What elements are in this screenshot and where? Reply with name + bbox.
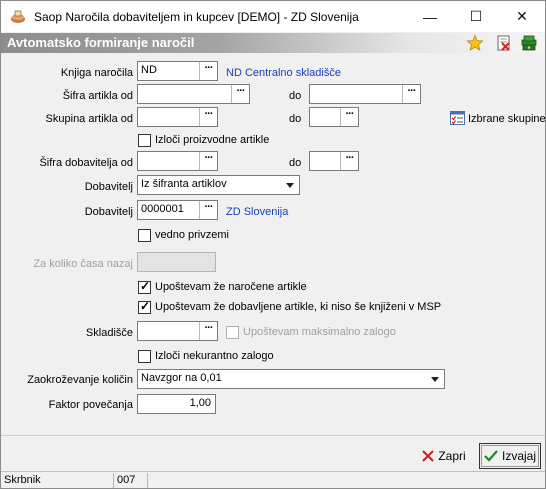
books-icon[interactable] <box>520 34 538 52</box>
faktor-value: 1,00 <box>189 397 211 409</box>
zaokrozevanje-label: Zaokroževanje količin <box>27 374 133 386</box>
section-title: Avtomatsko formiranje naročil <box>7 35 195 50</box>
faktor-label: Faktor povečanja <box>48 399 133 411</box>
sifra-dobavitelja-do-label: do <box>289 157 302 169</box>
zapri-label: Zapri <box>438 449 466 463</box>
izloci-nekurantno-checkbox[interactable] <box>138 350 151 363</box>
dobavitelj-mode-value: Iz šifranta artiklov <box>141 178 227 190</box>
faktor-field[interactable]: 1,00 <box>137 394 216 414</box>
window-title: Saop Naročila dobaviteljem in kupcev [DE… <box>34 10 359 24</box>
upostevam-narocene-checkbox[interactable]: ✓ <box>138 279 151 294</box>
izloci-proizvodne-checkbox[interactable] <box>138 134 151 147</box>
knjiga-label: Knjiga naročila <box>60 67 133 79</box>
knjiga-field[interactable]: ND ··· <box>137 61 218 81</box>
upostevam-narocene-label: Upoštevam že naročene artikle <box>155 281 307 293</box>
sifra-artikla-od-browse-button[interactable]: ··· <box>231 85 249 103</box>
upostevam-maksimalno-checkbox <box>226 326 239 339</box>
status-user: Skrbnik <box>1 473 114 488</box>
delete-document-icon[interactable] <box>495 34 513 52</box>
skupina-do-field[interactable]: ··· <box>309 107 359 127</box>
list-check-icon[interactable] <box>450 111 465 125</box>
dobavitelj-mode-select[interactable]: Iz šifranta artiklov <box>137 175 300 195</box>
sifra-dobavitelja-do-field[interactable]: ··· <box>309 151 359 171</box>
dobavitelj-value: 0000001 <box>141 203 184 215</box>
sifra-dobavitelja-od-browse-button[interactable]: ··· <box>199 152 217 170</box>
skupina-artikla-label: Skupina artikla od <box>45 113 133 125</box>
title-bar: Saop Naročila dobaviteljem in kupcev [DE… <box>1 1 545 32</box>
minimize-icon: — <box>423 8 437 25</box>
close-x-icon <box>422 450 435 462</box>
dobavitelj-description-link[interactable]: ZD Slovenija <box>226 206 288 218</box>
skupina-od-field[interactable]: ··· <box>137 107 218 127</box>
sifra-artikla-od-field[interactable]: ··· <box>137 84 250 104</box>
status-bar: Skrbnik 007 <box>1 471 545 488</box>
close-icon: ✕ <box>516 8 528 24</box>
sifra-artikla-do-field[interactable]: ··· <box>309 84 421 104</box>
dobavitelj-mode-label: Dobavitelj <box>84 181 133 193</box>
star-icon[interactable] <box>466 34 484 52</box>
status-code: 007 <box>114 473 148 488</box>
knjiga-browse-button[interactable]: ··· <box>199 62 217 80</box>
izvajaj-label: Izvajaj <box>501 449 536 463</box>
za-koliko-label: Za koliko časa nazaj <box>33 258 133 270</box>
checkmark-icon: ✓ <box>140 299 151 313</box>
footer-divider <box>1 435 545 436</box>
zapri-button[interactable]: Zapri <box>418 443 470 469</box>
dobavitelj-browse-button[interactable]: ··· <box>199 201 217 219</box>
dobavitelj-label: Dobavitelj <box>84 206 133 218</box>
izbrane-skupine-button[interactable]: Izbrane skupine <box>468 113 546 125</box>
knjiga-value: ND <box>141 64 157 76</box>
section-header: Avtomatsko formiranje naročil <box>1 33 545 53</box>
upostevam-dobavljene-label: Upoštevam že dobavljene artikle, ki niso… <box>155 301 442 313</box>
dobavitelj-field[interactable]: 0000001 ··· <box>137 200 218 220</box>
skladisce-field[interactable]: ··· <box>137 321 218 341</box>
sifra-dobavitelja-do-browse-button[interactable]: ··· <box>340 152 358 170</box>
knjiga-description-link[interactable]: ND Centralno skladišče <box>226 67 341 79</box>
skladisce-browse-button[interactable]: ··· <box>199 322 217 340</box>
skladisce-label: Skladišče <box>85 327 133 339</box>
main-window: Saop Naročila dobaviteljem in kupcev [DE… <box>0 0 546 489</box>
checkmark-icon <box>484 450 498 462</box>
zaokrozevanje-value: Navzgor na 0,01 <box>141 372 222 384</box>
chevron-down-icon[interactable] <box>282 176 299 194</box>
skupina-do-label: do <box>289 113 302 125</box>
izloci-proizvodne-label: Izloči proizvodne artikle <box>155 134 270 146</box>
zaokrozevanje-select[interactable]: Navzgor na 0,01 <box>137 369 445 389</box>
upostevam-dobavljene-checkbox[interactable]: ✓ <box>138 299 151 314</box>
sifra-dobavitelja-od-field[interactable]: ··· <box>137 151 218 171</box>
checkmark-icon: ✓ <box>140 279 151 293</box>
chevron-down-icon[interactable] <box>427 370 444 388</box>
minimize-button[interactable]: — <box>407 1 453 32</box>
app-icon <box>11 10 25 23</box>
upostevam-maksimalno-label: Upoštevam maksimalno zalogo <box>243 326 396 338</box>
izvajaj-button[interactable]: Izvajaj <box>479 443 541 469</box>
sifra-artikla-do-browse-button[interactable]: ··· <box>402 85 420 103</box>
maximize-button[interactable]: ☐ <box>453 1 499 32</box>
za-koliko-field <box>137 252 216 272</box>
vedno-privzemi-checkbox[interactable] <box>138 229 151 242</box>
sifra-artikla-label: Šifra artikla od <box>62 90 133 102</box>
izloci-nekurantno-label: Izloči nekurantno zalogo <box>155 350 274 362</box>
close-button[interactable]: ✕ <box>499 1 545 32</box>
maximize-icon: ☐ <box>469 8 483 24</box>
skupina-od-browse-button[interactable]: ··· <box>199 108 217 126</box>
sifra-dobavitelja-label: Šifra dobavitelja od <box>39 157 133 169</box>
sifra-artikla-do-label: do <box>289 90 302 102</box>
vedno-privzemi-label: vedno privzemi <box>155 229 229 241</box>
skupina-do-browse-button[interactable]: ··· <box>340 108 358 126</box>
